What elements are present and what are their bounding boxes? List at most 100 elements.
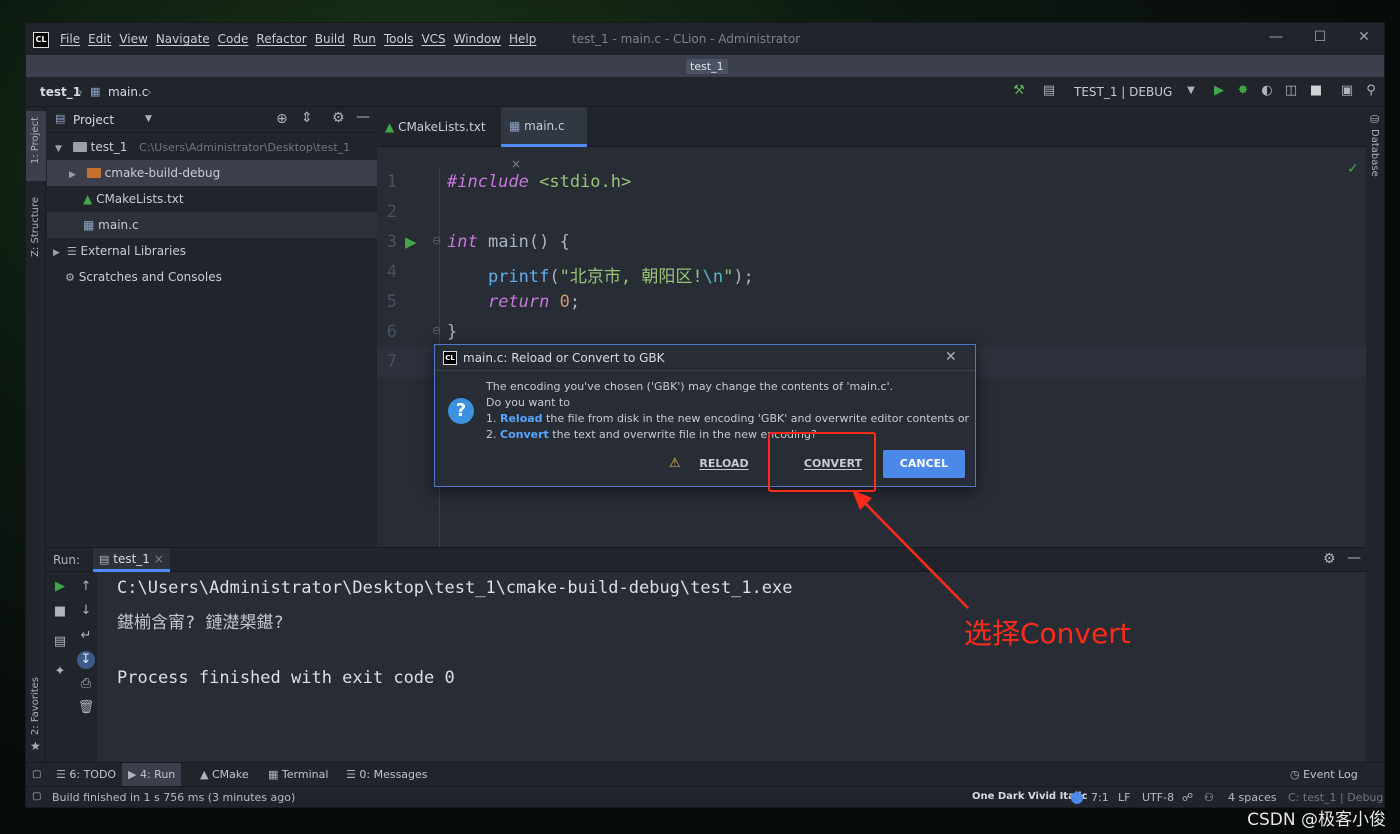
toolwin-terminal[interactable]: ▦ Terminal (268, 768, 328, 781)
search-icon[interactable]: ⚲ (1364, 84, 1378, 98)
run-icon[interactable]: ▶ (1212, 84, 1226, 98)
status-bar: ▢ Build finished in 1 s 756 ms (3 minute… (26, 786, 1384, 807)
chevron-down-icon[interactable]: ▼ (145, 114, 152, 124)
project-panel: ▤ Project ▼ ⊕ ⇕ ⚙ — ▼ test_1 C:\Users\Ad… (47, 107, 377, 547)
lock-icon[interactable]: ☍ (1182, 791, 1193, 804)
stop-icon[interactable]: ■ (51, 603, 69, 621)
panel-toggle-icon[interactable]: ▢ (32, 769, 41, 780)
hide-icon[interactable]: — (1347, 550, 1361, 566)
toolwin-event-log[interactable]: ◷ Event Log (1290, 768, 1358, 781)
tree-item-build-dir[interactable]: ▶ cmake-build-debug (47, 160, 377, 186)
print-icon[interactable]: ⎙ (77, 675, 95, 693)
menu-tools[interactable]: Tools (382, 31, 420, 47)
menu-build[interactable]: Build (313, 31, 351, 47)
toolwin-messages[interactable]: ☰ 0: Messages (346, 768, 428, 781)
line-number: 5 (386, 292, 397, 312)
tree-item-main-c[interactable]: ▦ main.c (47, 212, 377, 238)
menu-vcs[interactable]: VCS (419, 31, 451, 47)
tree-item-cmakelists[interactable]: ▲ CMakeLists.txt (47, 186, 377, 212)
menu-code[interactable]: Code (216, 31, 255, 47)
fold-marker-icon[interactable]: ⊖ (432, 324, 441, 337)
stop-icon[interactable]: ■ (1309, 84, 1323, 98)
folder-icon (86, 168, 101, 178)
tab-main-c[interactable]: ▦ main.c × (501, 107, 587, 171)
fold-marker-icon[interactable]: ⊖ (432, 234, 441, 247)
panel-toggle-icon[interactable]: ▢ (32, 791, 41, 802)
project-tab[interactable]: test_1 (686, 59, 728, 74)
rerun-icon[interactable]: ▶ (51, 578, 69, 596)
collapse-all-icon[interactable]: ⇕ (301, 110, 313, 126)
layout-icon[interactable]: ▤ (51, 633, 69, 651)
run-gutter-icon[interactable]: ▶ (405, 233, 417, 251)
menu-help[interactable]: Help (507, 31, 542, 47)
menu-edit[interactable]: Edit (86, 31, 117, 47)
run-config-selector[interactable]: TEST_1 | DEBUG (1074, 85, 1172, 99)
arrow-down-icon[interactable]: ↓ (77, 602, 95, 620)
line-number: 3 (386, 232, 397, 252)
locate-icon[interactable]: ⊕ (276, 111, 288, 127)
target-selector-icon[interactable]: ▤ (1042, 84, 1056, 98)
close-tab-icon[interactable]: × (511, 157, 521, 171)
database-stripe-label[interactable]: Database (1369, 129, 1380, 177)
cancel-button[interactable]: CANCEL (883, 450, 965, 478)
project-stripe-button[interactable]: 1: Project (26, 111, 46, 181)
menu-window[interactable]: Window (452, 31, 507, 47)
console-output[interactable]: C:\Users\Administrator\Desktop\test_1\cm… (97, 572, 1366, 763)
close-icon[interactable]: ✕ (1354, 29, 1374, 45)
close-tab-icon[interactable]: × (154, 552, 164, 566)
library-icon: ☰ (66, 245, 77, 258)
reload-button[interactable]: RELOAD (691, 450, 757, 478)
terminal-icon: ▦ (268, 768, 279, 781)
folder-icon (72, 142, 87, 152)
coverage-icon[interactable]: ◐ (1260, 84, 1274, 98)
todo-icon: ☰ (56, 768, 66, 781)
toolwin-cmake[interactable]: ▲ CMake (200, 768, 249, 781)
breadcrumb-project[interactable]: test_1 (40, 85, 81, 99)
run-tab-test1[interactable]: ▤ test_1 × (93, 548, 170, 572)
gear-icon[interactable]: ⚙ (332, 110, 345, 126)
line-separator[interactable]: LF (1118, 791, 1130, 804)
console-line: C:\Users\Administrator\Desktop\test_1\cm… (117, 578, 793, 598)
maximize-icon[interactable]: ☐ (1310, 29, 1330, 45)
tree-item-external-libraries[interactable]: ▶ ☰ External Libraries (47, 238, 377, 264)
toolwin-run[interactable]: ▶ 4: Run (122, 763, 182, 787)
inspector-icon[interactable]: ⚇ (1204, 791, 1214, 804)
pin-icon[interactable]: ✦ (51, 663, 69, 681)
menu-view[interactable]: View (117, 31, 153, 47)
menu-navigate[interactable]: Navigate (154, 31, 216, 47)
tree-item-root[interactable]: ▼ test_1 C:\Users\Administrator\Desktop\… (47, 134, 377, 160)
profile-icon[interactable]: ◫ (1284, 84, 1298, 98)
menu-file[interactable]: File (58, 31, 86, 47)
scratches-icon: ⚙ (65, 271, 75, 284)
arrow-up-icon[interactable]: ↑ (77, 578, 95, 596)
menu-run[interactable]: Run (351, 31, 382, 47)
toolwin-todo[interactable]: ☰ 6: TODO (56, 768, 116, 781)
status-message[interactable]: Build finished in 1 s 756 ms (3 minutes … (52, 791, 295, 804)
close-icon[interactable]: ✕ (945, 349, 957, 365)
hide-icon[interactable]: — (356, 109, 370, 125)
gear-icon[interactable]: ⚙ (1323, 551, 1336, 567)
scroll-to-end-icon[interactable]: ↧ (77, 651, 95, 669)
structure-stripe-label[interactable]: Z: Structure (30, 197, 41, 257)
chevron-down-icon[interactable]: ▼ (1184, 84, 1198, 98)
minimize-icon[interactable]: — (1266, 29, 1286, 45)
favorites-stripe-label[interactable]: 2: Favorites (30, 677, 41, 735)
breadcrumb-file[interactable]: main.c (108, 85, 148, 99)
layout-icon[interactable]: ▣ (1340, 84, 1354, 98)
caret-position[interactable]: 7:1 (1091, 791, 1109, 804)
tree-item-scratches[interactable]: ⚙ Scratches and Consoles (47, 264, 377, 290)
title-bar: CL File Edit View Navigate Code Refactor… (26, 23, 1384, 55)
project-panel-title[interactable]: Project (73, 113, 114, 127)
c-file-icon: ▦ (509, 119, 521, 133)
soft-wrap-icon[interactable]: ↵ (77, 627, 95, 645)
trash-icon[interactable]: 🗑 (77, 699, 95, 717)
tree-root-name: test_1 (90, 140, 128, 154)
hammer-build-icon[interactable]: ⚒ (1012, 84, 1026, 98)
menu-bar: File Edit View Navigate Code Refactor Bu… (58, 31, 542, 47)
resolve-context[interactable]: C: test_1 | Debug (1288, 791, 1383, 804)
debug-bug-icon[interactable]: ✸ (1236, 84, 1250, 98)
tab-cmakelists[interactable]: ▲ CMakeLists.txt (377, 107, 499, 147)
menu-refactor[interactable]: Refactor (254, 31, 312, 47)
indent-setting[interactable]: 4 spaces (1228, 791, 1277, 804)
file-encoding[interactable]: UTF-8 (1142, 791, 1174, 804)
